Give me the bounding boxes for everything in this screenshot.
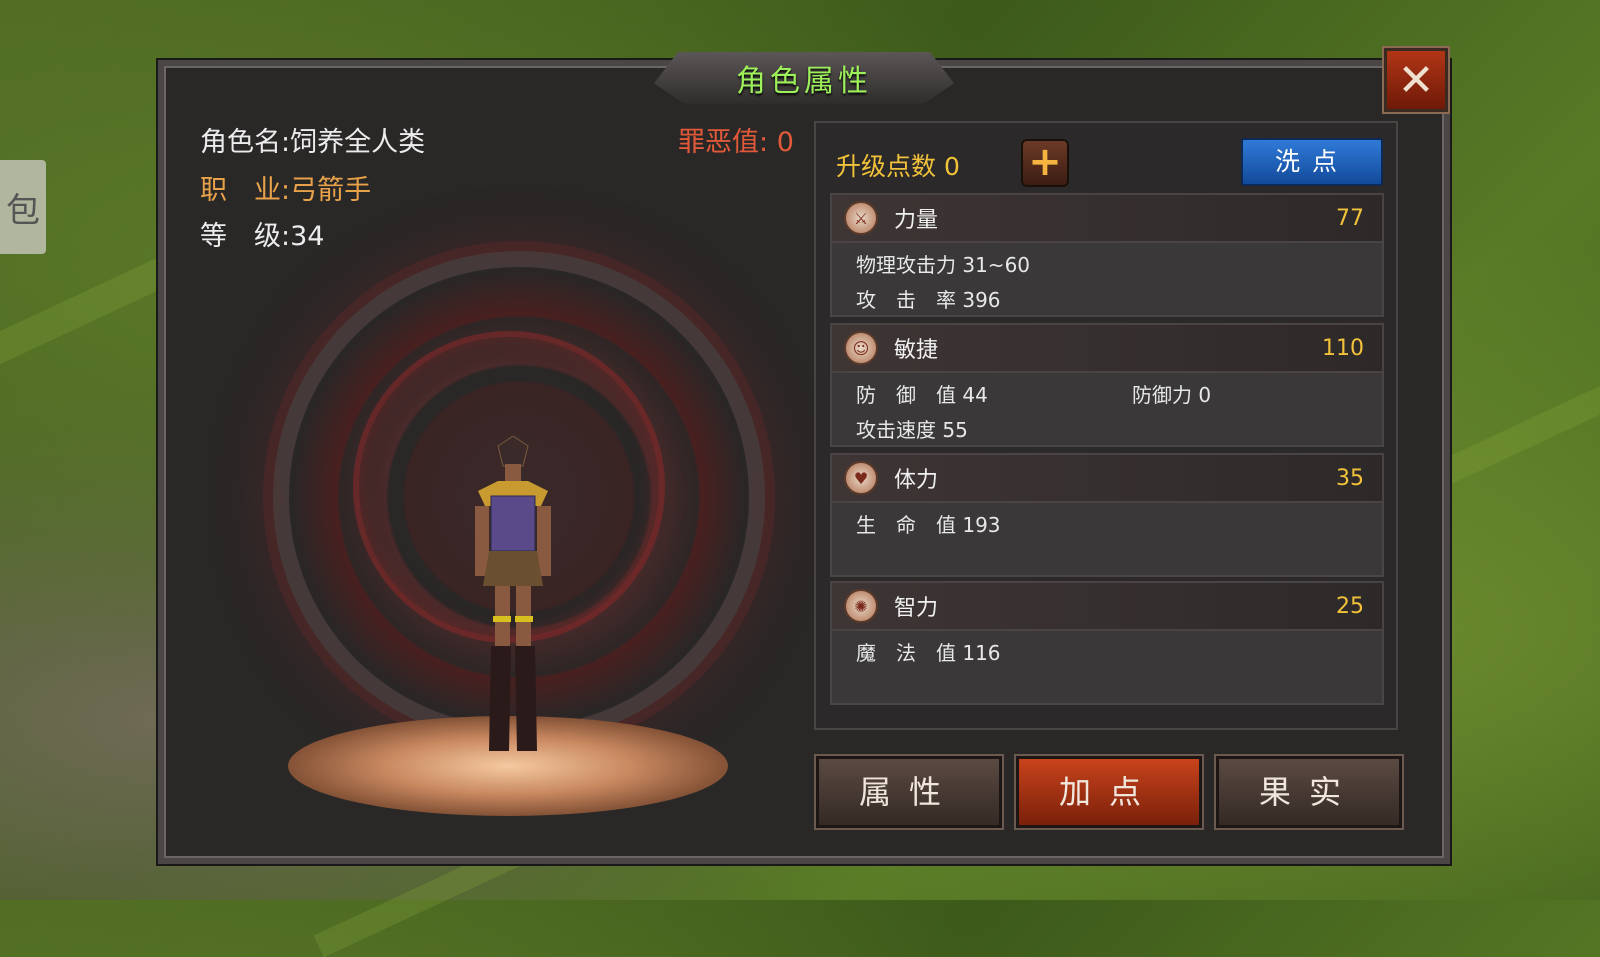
stat-detail-value: 55 [942, 418, 968, 442]
stat-details: 魔 法 值 116 [830, 631, 1384, 705]
evil-label: 罪恶值: [678, 127, 769, 158]
agility-icon: ☺ [844, 331, 878, 365]
stat-agility: ☺ 敏捷 110 防 御 值 44 防御力 0 攻击速度 55 [830, 323, 1384, 447]
spiral-icon: ✺ [844, 589, 878, 623]
close-icon: ✕ [1397, 54, 1435, 106]
sword-icon: ⚔ [844, 201, 878, 235]
close-button[interactable]: ✕ [1384, 48, 1448, 112]
character-panel: 角色名:饲养全人类 职 业:弓箭手 等 级:34 罪恶值: 0 [178, 106, 798, 836]
character-level-line: 等 级:34 [200, 214, 324, 253]
character-name-line: 角色名:饲养全人类 [200, 120, 425, 159]
stat-value: 25 [1336, 593, 1364, 619]
heart-icon: ♥ [844, 461, 878, 495]
bag-side-tab[interactable]: 包 [0, 160, 46, 254]
title-plate: 角色属性 [654, 52, 954, 104]
grass-decoration [1424, 374, 1600, 492]
stat-value: 110 [1322, 335, 1364, 361]
stat-name: 智力 [894, 596, 939, 621]
stat-name: 力量 [894, 208, 939, 233]
stat-detail-value: 193 [962, 513, 1001, 537]
stat-strength: ⚔ 力量 77 物理攻击力 31~60 攻 击 率 396 [830, 193, 1384, 317]
stat-detail-label: 攻 击 率 [856, 288, 956, 312]
level-value: 34 [290, 221, 325, 252]
tab-label: 果实 [1258, 773, 1359, 811]
add-point-button[interactable]: + [1021, 139, 1069, 187]
tab-add-points[interactable]: 加点 [1016, 756, 1202, 828]
character-job-line: 职 业:弓箭手 [200, 168, 371, 207]
stat-details: 物理攻击力 31~60 攻 击 率 396 [830, 243, 1384, 317]
stat-detail: 攻击速度 55 [856, 414, 968, 443]
stat-detail-label: 魔 法 值 [856, 641, 956, 665]
stat-detail-value: 31~60 [962, 253, 1031, 277]
reset-points-button[interactable]: 洗点 [1241, 138, 1383, 186]
stat-detail-value: 44 [962, 383, 988, 407]
stat-detail: 魔 法 值 116 [856, 637, 1001, 666]
stat-name: 体力 [894, 468, 939, 493]
level-label: 等 级: [200, 221, 291, 252]
tab-fruits[interactable]: 果实 [1216, 756, 1402, 828]
tab-label: 属性 [858, 773, 959, 811]
upgrade-points-value: 0 [943, 152, 960, 181]
upgrade-points: 升级点数 0 [836, 147, 960, 183]
stat-detail: 攻 击 率 396 [856, 284, 1001, 313]
job-value: 弓箭手 [290, 175, 372, 206]
stat-detail-value: 396 [962, 288, 1001, 312]
name-label: 角色名: [200, 127, 291, 158]
stat-header: ☺ 敏捷 110 [830, 323, 1384, 373]
stat-detail-label: 物理攻击力 [856, 253, 956, 277]
stat-detail: 物理攻击力 31~60 [856, 249, 1030, 278]
stat-detail-label: 生 命 值 [856, 513, 956, 537]
stat-detail: 防 御 值 44 [856, 379, 988, 408]
evil-value: 0 [776, 127, 794, 158]
stat-header: ⚔ 力量 77 [830, 193, 1384, 243]
window-title: 角色属性 [736, 64, 872, 99]
stat-detail: 生 命 值 193 [856, 509, 1001, 538]
stat-detail-value: 0 [1198, 383, 1212, 407]
attribute-panel: 升级点数 0 + 洗点 ⚔ 力量 77 物理攻击力 31~60 攻 击 率 39… [814, 121, 1398, 730]
plus-icon: + [1028, 139, 1062, 185]
stat-name: 敏捷 [894, 338, 939, 363]
tab-attributes[interactable]: 属性 [816, 756, 1002, 828]
reset-points-label: 洗点 [1274, 147, 1349, 176]
stat-detail-value: 116 [962, 641, 1001, 665]
stat-details: 生 命 值 193 [830, 503, 1384, 577]
stat-header: ✺ 智力 25 [830, 581, 1384, 631]
stat-details: 防 御 值 44 防御力 0 攻击速度 55 [830, 373, 1384, 447]
evil-value-line: 罪恶值: 0 [678, 120, 794, 159]
tab-label: 加点 [1058, 773, 1159, 811]
upgrade-points-label: 升级点数 [836, 152, 937, 181]
stat-header: ♥ 体力 35 [830, 453, 1384, 503]
bag-tab-label: 包 [6, 190, 40, 231]
stat-value: 77 [1336, 205, 1364, 231]
stat-intelligence: ✺ 智力 25 魔 法 值 116 [830, 581, 1384, 705]
job-label: 职 业: [200, 175, 291, 206]
stat-detail-label: 防御力 [1132, 383, 1192, 407]
character-attributes-window: 角色属性 角色名:饲养全人类 职 业:弓箭手 等 级:34 罪恶值: 0 升级点… [158, 52, 1450, 864]
stat-value: 35 [1336, 465, 1364, 491]
stat-stamina: ♥ 体力 35 生 命 值 193 [830, 453, 1384, 577]
stat-detail-label: 攻击速度 [856, 418, 936, 442]
stat-detail: 防御力 0 [1132, 379, 1211, 408]
stat-detail-label: 防 御 值 [856, 383, 956, 407]
character-model[interactable] [453, 436, 573, 766]
name-value: 饲养全人类 [290, 127, 426, 158]
